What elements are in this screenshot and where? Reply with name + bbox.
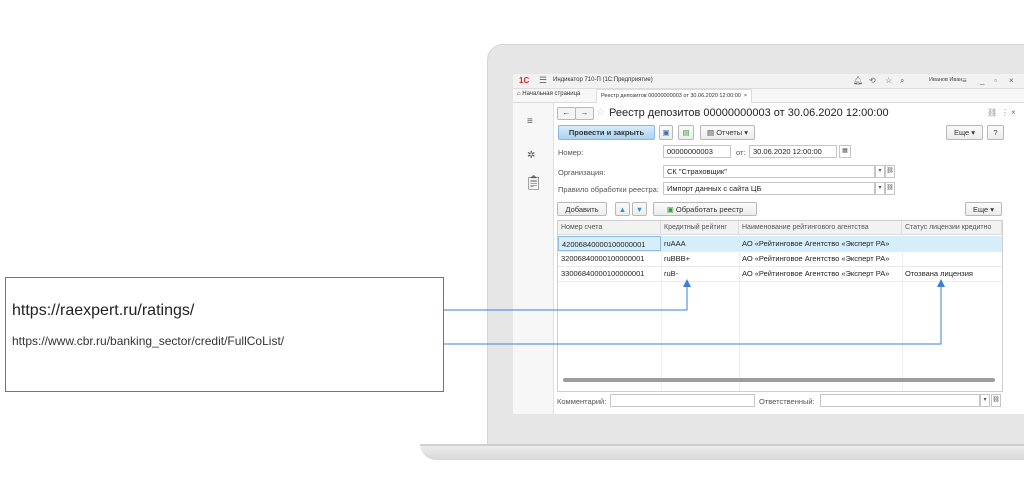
connector-line-license xyxy=(444,285,942,345)
connector-lines xyxy=(444,279,945,345)
arrow-up-icon xyxy=(683,279,691,287)
arrow-up-icon xyxy=(937,279,945,287)
connector-line-rating xyxy=(444,285,688,311)
rating-source-url[interactable]: https://raexpert.ru/ratings/ xyxy=(12,302,194,320)
license-source-url[interactable]: https://www.cbr.ru/banking_sector/credit… xyxy=(12,334,284,348)
